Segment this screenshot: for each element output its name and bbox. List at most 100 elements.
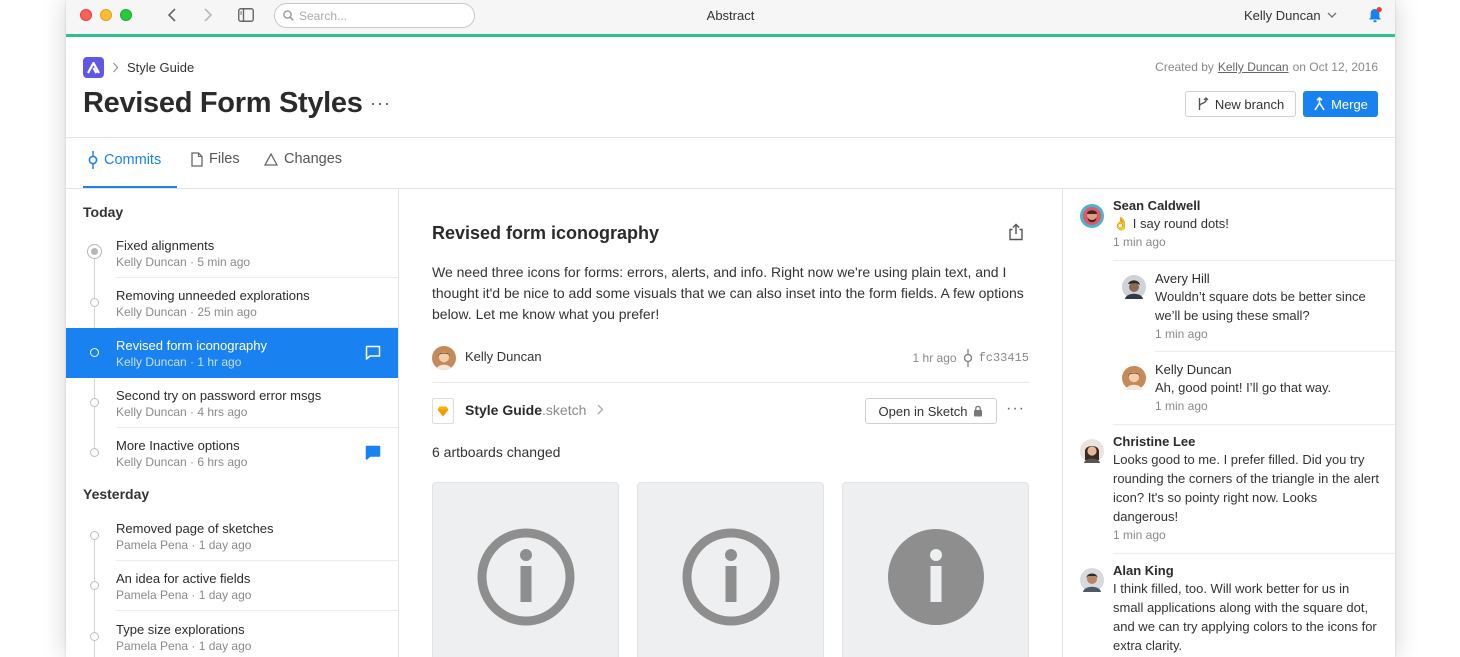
commit-item[interactable]: Second try on password error msgs Kelly … xyxy=(66,378,398,428)
sidebar-toggle-button[interactable] xyxy=(236,5,256,25)
window-title: Abstract xyxy=(706,8,755,23)
breadcrumb: Style Guide xyxy=(83,57,194,78)
avatar xyxy=(1080,568,1104,597)
back-button[interactable] xyxy=(162,5,182,25)
comment-text: 👌 I say round dots! xyxy=(1113,216,1229,231)
artboard-thumbnail[interactable] xyxy=(432,482,619,657)
comment-time: 1 min ago xyxy=(1113,235,1166,249)
creator-link[interactable]: Kelly Duncan xyxy=(1218,60,1289,74)
comment-reply: Avery Hill Wouldn’t square dots be bette… xyxy=(1155,271,1383,343)
avatar xyxy=(1122,366,1146,395)
file-row: Style Guide.sketch Open in Sketch ··· xyxy=(432,396,1029,426)
branch-more-button[interactable]: ··· xyxy=(370,93,391,114)
merge-icon xyxy=(1314,97,1325,111)
commit-meta: Kelly Duncan · 5 min ago xyxy=(116,255,251,269)
avatar xyxy=(1080,439,1104,468)
commit-dot xyxy=(90,632,99,641)
comments-panel: Sean Caldwell 👌 I say round dots! 1 min … xyxy=(1062,189,1395,657)
commit-item[interactable]: Removed page of sketches Pamela Pena · 1… xyxy=(66,511,398,561)
search-input[interactable] xyxy=(299,8,459,23)
commit-title: Removed page of sketches xyxy=(116,521,274,536)
breadcrumb-project-link[interactable]: Style Guide xyxy=(127,60,194,75)
commit-icon xyxy=(88,151,98,169)
commit-item[interactable]: Fixed alignments Kelly Duncan · 5 min ag… xyxy=(66,228,398,278)
commit-dot xyxy=(90,298,99,307)
file-name-link[interactable]: Style Guide.sketch xyxy=(465,402,606,418)
search-icon xyxy=(283,10,294,21)
comment-filled-icon xyxy=(365,445,381,460)
merge-button[interactable]: Merge xyxy=(1303,91,1378,117)
search-box[interactable] xyxy=(274,3,475,28)
merge-label: Merge xyxy=(1331,96,1368,112)
commit-item[interactable]: Removing unneeded explorations Kelly Dun… xyxy=(66,278,398,328)
commit-item[interactable]: An idea for active fields Pamela Pena · … xyxy=(66,561,398,611)
artboard-thumbnail[interactable] xyxy=(637,482,824,657)
commit-title: Fixed alignments xyxy=(116,238,215,253)
commit-title: More Inactive options xyxy=(116,438,240,453)
commit-title: Removing unneeded explorations xyxy=(116,288,310,303)
artboard-thumbnail[interactable] xyxy=(842,482,1029,657)
tab-changes-label: Changes xyxy=(284,151,343,167)
commit-dot xyxy=(90,398,99,407)
commit-dot xyxy=(90,531,99,540)
commit-meta: Pamela Pena · 1 day ago xyxy=(116,639,252,653)
detail-divider xyxy=(432,382,1029,383)
abstract-logo[interactable] xyxy=(83,57,104,78)
commit-sha[interactable]: fc33415 xyxy=(979,351,1029,365)
tab-commits[interactable]: Commits xyxy=(88,151,161,169)
open-in-sketch-button[interactable]: Open in Sketch xyxy=(865,398,997,424)
commit-author: Kelly Duncan xyxy=(465,349,542,364)
commit-item[interactable]: Type size explorations Pamela Pena · 1 d… xyxy=(66,612,398,657)
commit-icon xyxy=(963,349,972,367)
file-extension: .sketch xyxy=(542,402,587,418)
comment-divider xyxy=(1113,260,1395,261)
avatar xyxy=(1080,204,1104,233)
commit-meta: Kelly Duncan · 6 hrs ago xyxy=(116,455,248,469)
forward-button[interactable] xyxy=(198,5,218,25)
comment-text: Looks good to me. I prefer filled. Did y… xyxy=(1113,452,1379,524)
commit-title: Type size explorations xyxy=(116,622,245,637)
avatar-image xyxy=(1080,568,1104,592)
commit-item[interactable]: More Inactive options Kelly Duncan · 6 h… xyxy=(66,428,398,478)
new-branch-button[interactable]: New branch xyxy=(1185,91,1296,117)
comment-text: Wouldn’t square dots be better since we’… xyxy=(1155,289,1366,323)
notifications-button[interactable] xyxy=(1366,6,1384,24)
commit-title: Second try on password error msgs xyxy=(116,388,322,403)
zoom-window-button[interactable] xyxy=(120,9,132,21)
commit-title: An idea for active fields xyxy=(116,571,251,586)
commit-detail-title: Revised form iconography xyxy=(432,223,660,243)
created-prefix: Created by xyxy=(1155,60,1214,74)
chevron-right-icon xyxy=(204,8,213,22)
share-icon[interactable] xyxy=(1008,223,1024,241)
avatar xyxy=(432,346,456,370)
created-info: Created by Kelly Duncan on Oct 12, 2016 xyxy=(1155,60,1378,74)
chevron-left-icon xyxy=(167,8,176,22)
page-title: Revised Form Styles xyxy=(83,87,363,119)
avatar-image xyxy=(1080,204,1104,228)
chevron-right-icon xyxy=(597,404,604,415)
commit-item-selected[interactable]: Revised form iconography Kelly Duncan · … xyxy=(66,328,398,378)
tab-changes[interactable]: Changes xyxy=(264,151,342,167)
created-date: on Oct 12, 2016 xyxy=(1292,60,1378,74)
commit-detail: Revised form iconography We need three i… xyxy=(400,189,1062,657)
close-window-button[interactable] xyxy=(80,9,92,21)
file-more-button[interactable]: ··· xyxy=(1006,400,1025,418)
commit-dot xyxy=(90,448,99,457)
tab-files[interactable]: Files xyxy=(191,151,240,167)
lock-icon xyxy=(974,405,983,417)
sketch-diamond-icon xyxy=(437,406,449,416)
open-in-sketch-label: Open in Sketch xyxy=(878,403,968,419)
branch-icon xyxy=(1198,97,1209,110)
comment-author: Sean Caldwell xyxy=(1113,198,1201,213)
chevron-right-icon xyxy=(113,62,119,73)
commit-description: We need three icons for forms: errors, a… xyxy=(432,264,1024,322)
user-menu[interactable]: Kelly Duncan xyxy=(1244,8,1337,23)
comment-divider xyxy=(1155,351,1395,352)
tab-commits-label: Commits xyxy=(104,152,162,168)
avatar-image xyxy=(432,346,456,370)
comment-outline-icon xyxy=(365,345,381,360)
chevron-down-icon xyxy=(1327,12,1337,18)
app-window: Abstract Kelly Duncan Style Guide Create… xyxy=(66,0,1395,657)
comment-text: I think filled, too. Will work better fo… xyxy=(1113,581,1377,653)
minimize-window-button[interactable] xyxy=(100,9,112,21)
